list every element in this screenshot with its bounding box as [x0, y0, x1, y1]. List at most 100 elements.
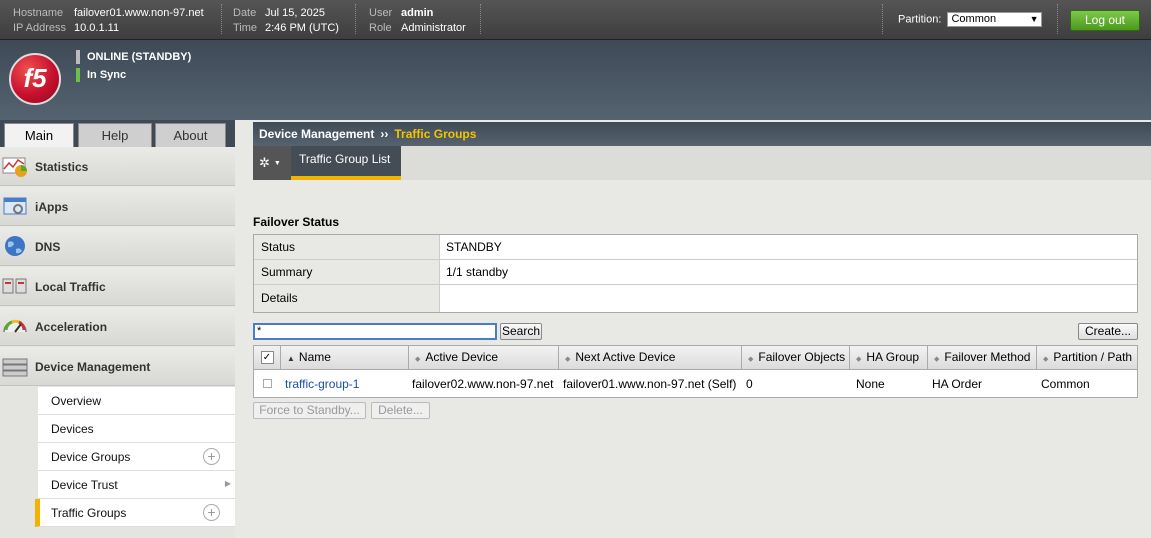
failover-row: Summary 1/1 standby [254, 260, 1137, 285]
column-label: Failover Method [944, 350, 1031, 364]
iapps-icon [3, 197, 27, 215]
column-label: Next Active Device [575, 350, 676, 364]
partition-select[interactable]: Common ▼ [947, 12, 1043, 27]
ip-value: 10.0.1.11 [74, 22, 120, 34]
column-grip-icon: ◆ [934, 356, 940, 363]
user-value: admin [401, 7, 434, 19]
failover-value: 1/1 standby [446, 265, 509, 279]
traffic-group-link[interactable]: traffic-group-1 [285, 377, 359, 391]
tab-help[interactable]: Help [78, 123, 152, 147]
subnav-label: Device Groups [51, 450, 131, 464]
divider [221, 4, 222, 34]
column-grip-icon: ◆ [856, 356, 862, 363]
subnav-label: Traffic Groups [51, 506, 127, 520]
subnav-overview[interactable]: Overview [38, 387, 235, 415]
sidebar-item-label: Acceleration [35, 320, 108, 334]
failover-row: Status STANDBY [254, 235, 1137, 260]
breadcrumb-parent[interactable]: Device Management [259, 127, 374, 141]
column-header-failover-method[interactable]: ◆ Failover Method [928, 346, 1037, 370]
host-info: Hostname failover01.www.non-97.net IP Add… [13, 6, 204, 36]
subnav-devices[interactable]: Devices [38, 415, 235, 443]
sync-status[interactable]: In Sync [76, 68, 126, 82]
sidebar-item-label: DNS [35, 240, 61, 254]
hostname-value: failover01.www.non-97.net [74, 7, 204, 19]
sidebar-item-acceleration[interactable]: Acceleration [0, 307, 235, 346]
user-label: User [369, 7, 393, 19]
column-header-name[interactable]: ▲ Name [281, 346, 409, 370]
failover-key: Details [254, 285, 440, 312]
column-header-next-active-device[interactable]: ◆ Next Active Device [559, 346, 742, 370]
f5-logo[interactable]: f5 [9, 53, 61, 105]
chevron-down-icon: ▼ [1029, 14, 1039, 24]
logout-button[interactable]: Log out [1070, 10, 1140, 31]
subnav-traffic-groups[interactable]: Traffic Groups + [35, 499, 235, 527]
datetime-info: Date Jul 15, 2025 Time 2:46 PM (UTC) [233, 6, 339, 36]
column-header-failover-objects[interactable]: ◆ Failover Objects [742, 346, 850, 370]
sidebar-item-local-traffic[interactable]: Local Traffic [0, 267, 235, 306]
delete-button[interactable]: Delete... [371, 402, 430, 419]
sidebar-item-iapps[interactable]: iApps [0, 187, 235, 226]
failover-key: Summary [254, 260, 440, 284]
table-cell-active-device: failover02.www.non-97.net [412, 377, 554, 391]
date-label: Date [233, 7, 257, 19]
partition-value: Common [951, 13, 997, 25]
force-to-standby-button[interactable]: Force to Standby... [253, 402, 366, 419]
subnav-device-trust[interactable]: Device Trust ▶ [38, 471, 235, 499]
table-cell-partition: Common [1041, 377, 1090, 391]
partition-label: Partition: [898, 13, 942, 26]
column-label: Name [298, 350, 331, 364]
column-header-partition[interactable]: ◆ Partition / Path [1037, 346, 1137, 370]
gear-menu-button[interactable]: ✲ ▼ [253, 146, 291, 180]
sidebar-item-label: Device Management [35, 360, 151, 374]
chevron-right-icon: ▶ [224, 479, 231, 488]
date-value: Jul 15, 2025 [265, 7, 325, 19]
sidebar: Statistics iApps DNS Local Traffic Accel… [0, 147, 235, 538]
subnav-device-groups[interactable]: Device Groups + [38, 443, 235, 471]
select-all-checkbox[interactable]: ✓ [260, 351, 274, 365]
add-circle-icon[interactable]: + [203, 504, 220, 521]
sidebar-item-dns[interactable]: DNS [0, 227, 235, 266]
failover-key: Status [254, 235, 440, 259]
user-info: User admin Role Administrator [369, 6, 466, 36]
sort-asc-icon: ▲ [287, 354, 295, 363]
time-value: 2:46 PM (UTC) [265, 22, 339, 34]
statistics-icon [2, 157, 27, 177]
subnav-label: Device Trust [51, 478, 118, 492]
tab-traffic-group-list[interactable]: Traffic Group List [291, 146, 401, 180]
search-button[interactable]: Search [500, 323, 542, 340]
tab-main[interactable]: Main [4, 123, 74, 147]
search-input[interactable]: * [253, 323, 497, 340]
breadcrumb-current: Traffic Groups [394, 127, 477, 141]
column-header-ha-group[interactable]: ◆ HA Group [850, 346, 928, 370]
sidebar-item-device-management[interactable]: Device Management [0, 347, 235, 386]
time-label: Time [233, 22, 258, 34]
local-traffic-icon [2, 278, 27, 294]
column-label: HA Group [866, 350, 920, 364]
traffic-group-table: ✓ ▲ Name ◆ Active Device ◆ Next Active Devi… [253, 345, 1138, 398]
row-select-cell [257, 371, 281, 397]
table-cell-next-active-device: failover01.www.non-97.net (Self) [563, 377, 737, 391]
online-status: ONLINE (STANDBY) [76, 50, 191, 64]
column-header-active-device[interactable]: ◆ Active Device [409, 346, 559, 370]
chevron-down-icon: ▼ [273, 159, 281, 167]
breadcrumb: Device Management ›› Traffic Groups [253, 122, 1151, 146]
tab-about[interactable]: About [155, 123, 226, 147]
sidebar-item-statistics[interactable]: Statistics [0, 147, 235, 186]
column-grip-icon: ◆ [565, 356, 571, 363]
ip-label: IP Address [13, 22, 66, 34]
failover-value: STANDBY [446, 240, 502, 254]
table-cell-ha-group: None [856, 377, 885, 391]
row-checkbox[interactable] [263, 379, 272, 388]
column-label: Active Device [425, 350, 499, 364]
column-grip-icon: ◆ [1043, 356, 1049, 363]
dns-globe-icon [5, 236, 25, 256]
header-band: f5 ONLINE (STANDBY) In Sync [0, 40, 1151, 120]
column-grip-icon: ◆ [415, 356, 421, 363]
add-circle-icon[interactable]: + [203, 448, 220, 465]
failover-status-table: Status STANDBY Summary 1/1 standby Detai… [253, 234, 1138, 313]
create-button[interactable]: Create... [1078, 323, 1138, 340]
table-cell-name: traffic-group-1 [279, 371, 359, 397]
top-info-bar: Hostname failover01.www.non-97.net IP Add… [0, 0, 1151, 40]
device-management-icon [2, 358, 28, 377]
breadcrumb-separator: ›› [380, 127, 389, 141]
